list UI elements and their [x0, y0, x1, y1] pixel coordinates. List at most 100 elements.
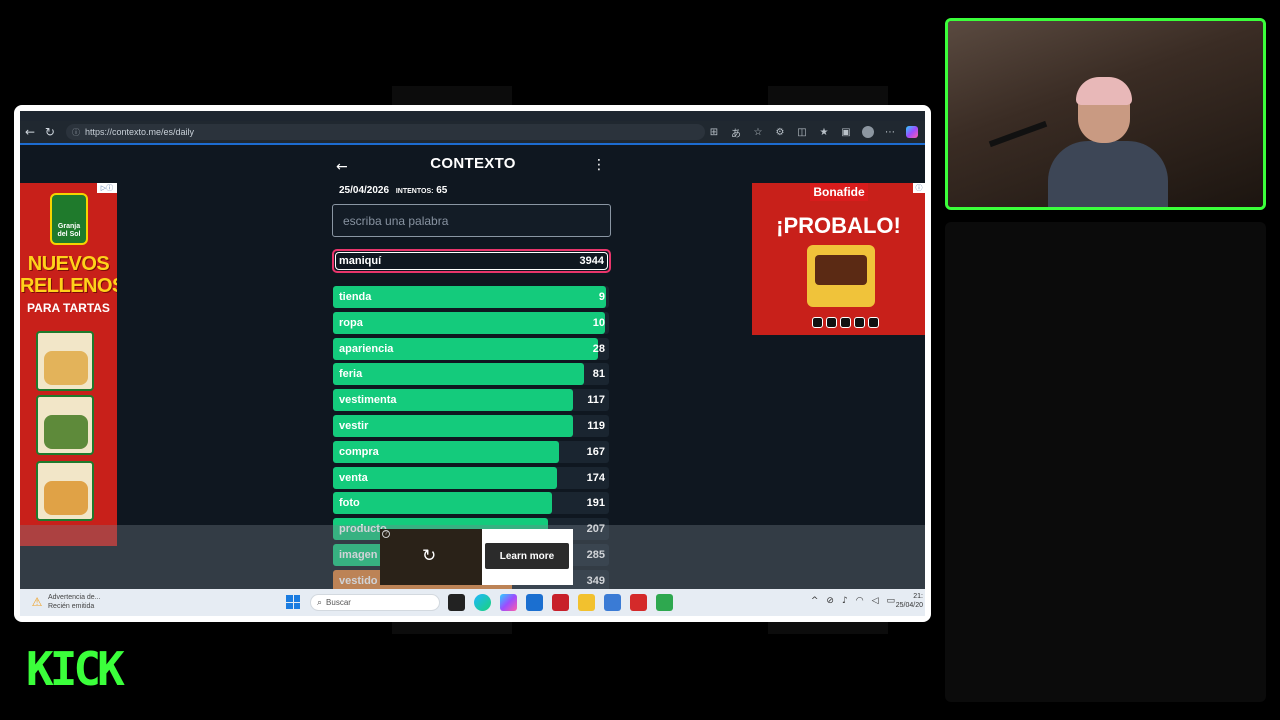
menu-kebab-icon[interactable]: ⋮ [592, 157, 606, 173]
l-app-icon[interactable] [630, 594, 647, 611]
windows-taskbar: ⚠ Advertencia de... Recién emitida ⌕ Bus… [20, 589, 925, 616]
copilot-icon[interactable] [906, 126, 918, 138]
attempts-label: INTENTOS: [395, 188, 434, 195]
guess-row: venta 174 [333, 466, 609, 489]
taskbar-search[interactable]: ⌕ Buscar [310, 594, 440, 611]
product-package [36, 461, 94, 521]
guess-input[interactable]: escriba una palabra [332, 204, 611, 237]
guess-word: foto [339, 497, 360, 510]
search-icon: ⌕ [317, 597, 323, 608]
guess-word: ropa [339, 316, 363, 329]
split-screen-icon[interactable]: ◫ [793, 123, 811, 141]
replay-icon[interactable]: ↻ [422, 546, 436, 566]
address-bar[interactable]: ⓘ https://contexto.me/es/daily [65, 124, 705, 140]
volume-icon[interactable]: ◁ [872, 596, 879, 606]
proximity-bar [333, 414, 574, 437]
guess-row: compra 167 [333, 440, 609, 463]
guess-rank: 119 [587, 419, 605, 432]
ad-brand-logo: Granja del Sol [50, 193, 88, 245]
back-arrow-icon[interactable]: ← [20, 122, 40, 142]
guess-word: tienda [339, 291, 372, 303]
last-guess-rank: 3944 [579, 255, 604, 267]
guess-word: feria [339, 368, 363, 381]
file-explorer-icon[interactable] [578, 594, 595, 611]
ad-brand-logo: Bonafide [810, 183, 868, 201]
clock-date: 25/04/20 [895, 602, 923, 609]
guess-row: feria 81 [333, 363, 609, 386]
back-arrow-icon[interactable]: ← [336, 159, 348, 175]
address-url: https://contexto.me/es/daily [84, 127, 194, 137]
microphone-icon[interactable]: ♪ [842, 596, 848, 606]
left-ad-banner[interactable]: ▷ⓘ Granja del Sol NUEVOS RELLENOS PARA T… [20, 183, 117, 546]
battery-icon[interactable]: ▭ [886, 596, 895, 606]
last-guess-row: maniquí 3944 [332, 249, 611, 273]
mcafee-icon[interactable] [552, 594, 569, 611]
product-image [807, 245, 875, 307]
right-ad-banner[interactable]: ⓘ Bonafide ¡PROBALO! [752, 183, 925, 335]
guess-word: compra [339, 445, 379, 458]
streaming-app-icon[interactable] [656, 594, 673, 611]
guess-row: foto 191 [333, 492, 609, 515]
windows-start-icon[interactable] [286, 595, 300, 609]
browser-toolbar: ← ↻ ⓘ https://contexto.me/es/daily ⊞ あ ☆… [20, 121, 925, 143]
favorite-star-icon[interactable]: ☆ [749, 123, 767, 141]
tab-grid-icon[interactable]: ⊞ [705, 123, 723, 141]
proximity-bar [333, 492, 553, 515]
extension-icon[interactable]: ⚙ [771, 123, 789, 141]
last-guess-word: maniquí [339, 255, 382, 267]
guess-rank: 81 [592, 368, 605, 381]
store-icon[interactable] [526, 594, 543, 611]
ad-info-icon[interactable]: ? [382, 530, 390, 538]
collections-icon[interactable]: ▣ [837, 123, 855, 141]
copilot-app-icon[interactable] [500, 594, 517, 611]
contexto-page: ▷ⓘ Granja del Sol NUEVOS RELLENOS PARA T… [20, 145, 925, 589]
guess-row: apariencia 28 [333, 337, 609, 360]
side-panel [945, 222, 1266, 702]
proximity-bar [333, 363, 585, 386]
guess-rank: 174 [586, 471, 605, 484]
ad-choices-icon[interactable]: ⓘ [913, 183, 925, 193]
guess-row: vestimenta 117 [333, 389, 609, 412]
tab-strip[interactable] [20, 111, 925, 121]
ad-choices-icon[interactable]: ▷ⓘ [97, 183, 117, 193]
warning-labels [812, 317, 879, 328]
translate-icon[interactable]: あ [727, 123, 745, 141]
kick-logo: KICK [26, 642, 125, 696]
taskbar-apps [448, 594, 673, 611]
guess-input-placeholder: escriba una palabra [343, 213, 449, 228]
proximity-bar [333, 286, 607, 308]
tray-chevron-icon[interactable]: ^ [811, 596, 819, 606]
more-options-icon[interactable]: ⋯ [881, 123, 899, 141]
screen-capture: ← ↻ ⓘ https://contexto.me/es/daily ⊞ あ ☆… [14, 105, 931, 622]
learn-more-button[interactable]: Learn more [485, 543, 569, 569]
profile-avatar-icon[interactable] [862, 126, 874, 138]
outlook-icon[interactable] [604, 594, 621, 611]
camera-off-icon[interactable]: ⊘ [826, 596, 834, 606]
video-ad[interactable]: ? ↻ Learn more [380, 529, 573, 585]
stream-stage: ← ↻ ⓘ https://contexto.me/es/daily ⊞ あ ☆… [0, 0, 1280, 720]
reload-icon[interactable]: ↻ [40, 122, 60, 142]
guess-row: ropa 10 [333, 311, 609, 334]
site-info-icon[interactable]: ⓘ [72, 127, 80, 138]
guess-row: vestir 119 [333, 414, 609, 437]
background-block [768, 620, 888, 634]
taskbar-search-placeholder: Buscar [326, 598, 351, 607]
favorites-icon[interactable]: ★ [815, 123, 833, 141]
edge-icon[interactable] [474, 594, 491, 611]
webcam-feed [945, 18, 1266, 210]
ad-subheadline: PARA TARTAS [27, 301, 110, 315]
system-tray: ^ ⊘ ♪ ◠ ◁ ▭ [811, 596, 895, 606]
notification[interactable]: ⚠ Advertencia de... Recién emitida [30, 593, 101, 611]
proximity-bar [333, 311, 605, 334]
background-block [768, 86, 888, 106]
clock-time: 21: [913, 593, 923, 600]
background-block [392, 86, 512, 106]
ad-headline: ¡PROBALO! [776, 213, 901, 238]
guess-rank: 9 [598, 291, 605, 303]
task-view-icon[interactable] [448, 594, 465, 611]
guess-rank: 28 [592, 342, 605, 355]
video-ad-thumbnail[interactable]: ? ↻ [380, 529, 482, 585]
system-clock[interactable]: 21: 25/04/20 [896, 592, 923, 610]
wifi-icon[interactable]: ◠ [856, 596, 864, 606]
browser-window: ← ↻ ⓘ https://contexto.me/es/daily ⊞ あ ☆… [20, 111, 925, 616]
